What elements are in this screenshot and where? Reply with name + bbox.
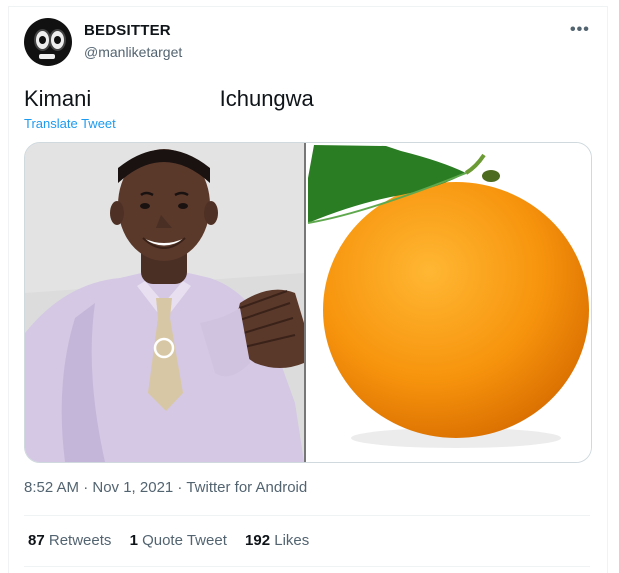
avatar-eye-right: [49, 29, 66, 51]
media-photo-right[interactable]: [306, 143, 591, 462]
stat-retweets[interactable]: 87 Retweets: [28, 532, 111, 549]
tweet-meta: 8:52 AM · Nov 1, 2021 · Twitter for Andr…: [24, 479, 307, 496]
stat-count: 192: [245, 532, 271, 549]
media-photo-left[interactable]: [25, 143, 304, 462]
stat-quote-tweets[interactable]: 1 Quote Tweet: [130, 532, 227, 549]
stat-count: 1: [129, 532, 138, 549]
divider: [24, 566, 590, 567]
display-name[interactable]: BEDSITTER: [84, 22, 171, 39]
stat-count: 87: [28, 532, 45, 549]
tweet-stats: 87 Retweets 1 Quote Tweet 192 Likes: [28, 532, 323, 549]
tweet-text: Kimani Ichungwa: [24, 86, 314, 111]
more-horizontal-icon[interactable]: •••: [570, 21, 590, 39]
avatar-mouth: [39, 54, 55, 59]
stat-label: Likes: [274, 532, 310, 549]
user-handle[interactable]: @manliketarget: [84, 44, 182, 60]
avatar[interactable]: [24, 18, 72, 66]
stat-label: Quote Tweet: [142, 532, 227, 549]
tweet-media[interactable]: [24, 142, 592, 463]
tweet-source[interactable]: Twitter for Android: [186, 479, 307, 496]
stat-label: Retweets: [48, 532, 112, 549]
tweet-timestamp[interactable]: 8:52 AM · Nov 1, 2021: [24, 479, 173, 496]
stat-likes[interactable]: 192 Likes: [245, 532, 309, 549]
meta-separator: ·: [173, 479, 187, 496]
divider: [24, 515, 590, 516]
translate-tweet-link[interactable]: Translate Tweet: [24, 116, 116, 131]
